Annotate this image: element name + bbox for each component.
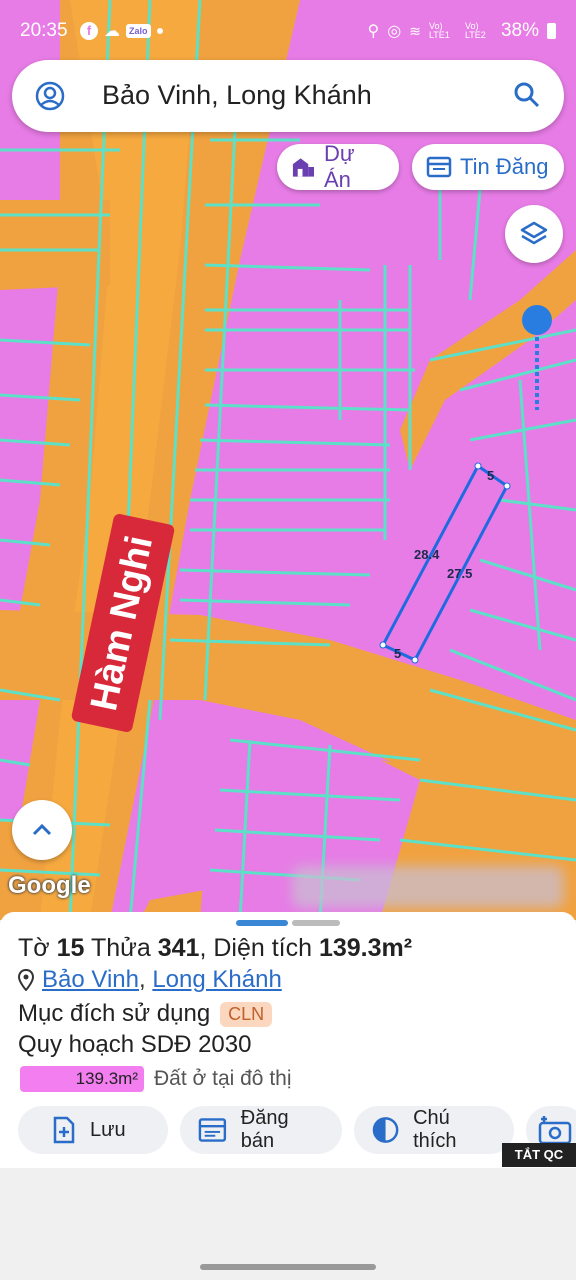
listings-button[interactable]: Tin Đăng: [412, 144, 564, 190]
battery-text: 38%: [500, 20, 539, 41]
area-value: 139.3m²: [318, 934, 413, 962]
layers-button[interactable]: [505, 205, 563, 263]
sheet-label: Tờ: [18, 934, 50, 962]
location-pin-icon: [18, 969, 34, 991]
legend-label: Chú thích: [413, 1107, 457, 1152]
listing-icon: [198, 1118, 227, 1142]
lte1-indicator: Vo) LTE1: [428, 21, 450, 40]
separator: ,: [138, 966, 146, 993]
plot-edge-label: 28.4: [414, 547, 440, 562]
plot-edge-label: 5: [394, 646, 402, 661]
sheet-handle[interactable]: [292, 920, 340, 926]
building-icon: [292, 158, 315, 177]
facebook-icon: f: [80, 22, 98, 40]
cloud-icon: ☁: [104, 23, 120, 40]
legend-button[interactable]: Chú thích: [354, 1106, 514, 1154]
expand-button[interactable]: [12, 800, 72, 860]
post-label: Đăng bán: [240, 1107, 289, 1152]
zalo-icon: Zalo: [126, 24, 151, 38]
plot-edge-label: 27.5: [447, 566, 473, 581]
wifi-icon: ≋: [409, 22, 421, 39]
plot-summary: Tờ 15 Thửa 341, Diện tích 139.3m²: [18, 934, 412, 963]
plot-location: Bảo Vinh, Long Khánh: [18, 966, 282, 994]
sheet-number: 15: [56, 934, 85, 962]
projects-label: Dự Án: [323, 141, 355, 192]
plan-title: Quy hoạch SDĐ 2030: [18, 1031, 252, 1058]
search-icon[interactable]: [512, 80, 542, 110]
camera-icon: [538, 1116, 572, 1145]
plot-edge-label: 5: [487, 468, 495, 483]
gesture-nav-bar[interactable]: [200, 1264, 376, 1270]
projects-button[interactable]: Dự Án: [277, 141, 399, 192]
action-row: Lưu Đăng bán Chú thích: [18, 1106, 576, 1154]
add-file-icon: [53, 1116, 75, 1144]
save-label: Lưu: [90, 1118, 126, 1141]
listing-icon: [426, 156, 452, 178]
plan-row: 139.3m² Đất ở tại đô thị: [20, 1066, 292, 1092]
map-view[interactable]: 5 28.4 27.5 5 Hàm Nghi 20:35 f ☁ Zalo ⚲ …: [0, 0, 576, 920]
purpose-badge: CLN: [220, 1001, 273, 1027]
account-icon[interactable]: [34, 80, 66, 112]
area-label: , Diện tích: [199, 934, 312, 962]
lte2-indicator: Vo) LTE2: [464, 21, 486, 40]
sheet-handle[interactable]: [236, 920, 288, 926]
purpose-label: Mục đích sử dụng: [18, 1000, 211, 1027]
save-button[interactable]: Lưu: [18, 1106, 168, 1154]
plan-area-pill: 139.3m²: [20, 1066, 144, 1092]
contrast-icon: [372, 1117, 399, 1143]
google-logo: Google: [8, 872, 91, 899]
land-use-purpose: Mục đích sử dụng CLN: [18, 1000, 273, 1028]
status-time: 20:35: [20, 20, 68, 41]
parcel-label: Thửa: [90, 934, 151, 962]
ward-link[interactable]: Bảo Vinh: [42, 966, 139, 993]
plan-description: Đất ở tại đô thị: [154, 1067, 292, 1090]
location-icon: ⚲: [367, 23, 380, 40]
blurred-watermark: [292, 866, 564, 908]
post-for-sale-button[interactable]: Đăng bán: [180, 1106, 342, 1154]
layers-icon: [520, 221, 548, 245]
notification-dot-icon: [156, 28, 163, 34]
hotspot-icon: ◎: [387, 23, 402, 40]
search-query[interactable]: Bảo Vinh, Long Khánh: [102, 80, 372, 111]
listings-label: Tin Đăng: [460, 154, 549, 179]
map-base: [0, 0, 576, 920]
district-link[interactable]: Long Khánh: [152, 966, 281, 993]
chevron-up-icon: [32, 823, 52, 836]
search-bar[interactable]: Bảo Vinh, Long Khánh: [12, 60, 564, 132]
parcel-number: 341: [157, 934, 200, 962]
status-bar: 20:35 f ☁ Zalo ⚲ ◎ ≋ Vo) LTE1 Vo) LTE2 3…: [0, 0, 576, 60]
close-ads-button[interactable]: TẮT QC: [502, 1143, 576, 1167]
plot-info-sheet[interactable]: Tờ 15 Thửa 341, Diện tích 139.3m² Bảo Vi…: [0, 912, 576, 1168]
battery-icon: [547, 23, 556, 39]
